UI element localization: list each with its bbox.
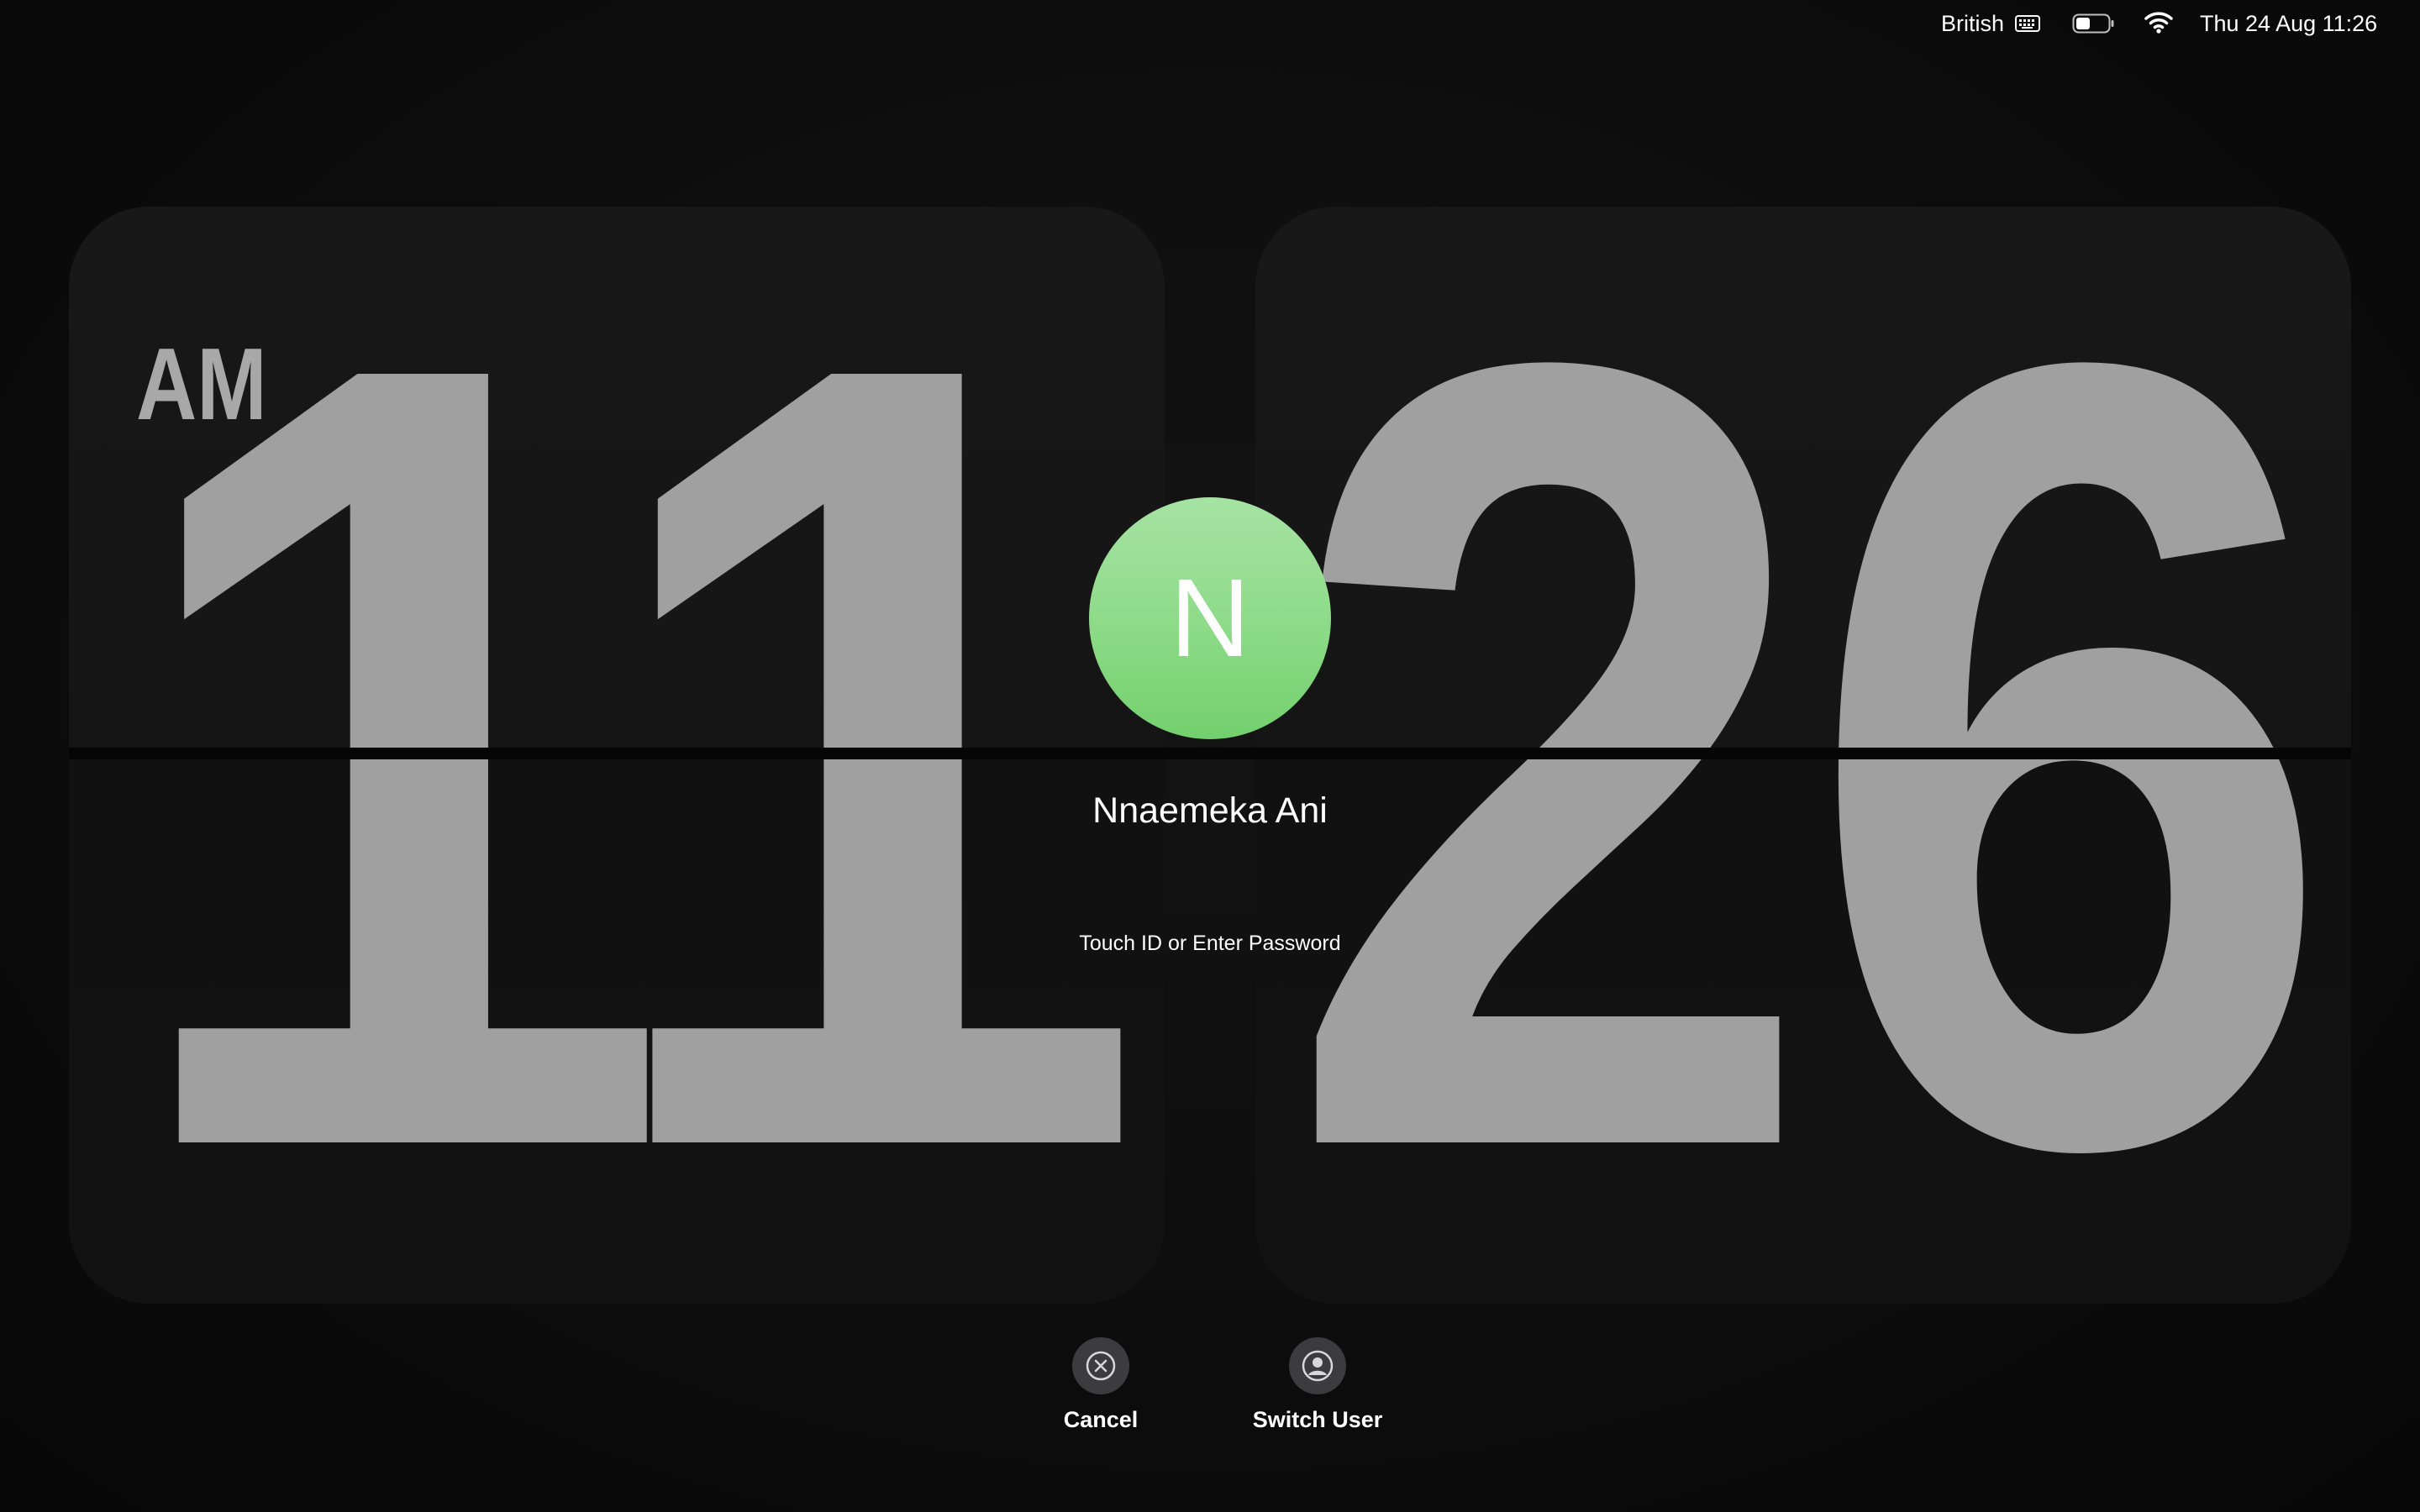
- battery-icon[interactable]: [2072, 13, 2116, 34]
- meridiem-label: AM: [136, 327, 267, 441]
- close-circle-icon[interactable]: [1072, 1337, 1129, 1394]
- switch-user-label: Switch User: [1252, 1407, 1383, 1432]
- user-name: Nnaemeka Ani: [1092, 790, 1328, 831]
- cancel-label: Cancel: [1063, 1407, 1139, 1432]
- avatar[interactable]: N: [1089, 497, 1331, 739]
- avatar-initial: N: [1170, 556, 1250, 680]
- wifi-icon[interactable]: [2144, 10, 2173, 35]
- lock-screen: British Thu 24 Aug 11:26 11 AM 26 N Nnae…: [0, 0, 2420, 1512]
- user-circle-icon[interactable]: [1289, 1337, 1346, 1394]
- menu-bar: British Thu 24 Aug 11:26: [0, 0, 2420, 47]
- auth-hint: Touch ID or Enter Password: [1079, 932, 1341, 955]
- switch-user-button[interactable]: Switch User: [1234, 1337, 1402, 1433]
- flip-divider: [69, 748, 2351, 759]
- keyboard-icon[interactable]: [2015, 15, 2040, 32]
- keyboard-layout-label[interactable]: British: [1941, 10, 2004, 37]
- cancel-button[interactable]: Cancel: [1017, 1337, 1185, 1433]
- menu-bar-clock[interactable]: Thu 24 Aug 11:26: [2200, 10, 2377, 37]
